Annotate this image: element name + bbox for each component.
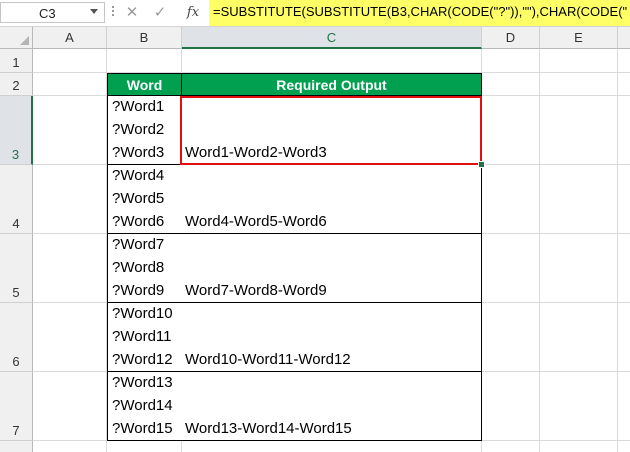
row-number: 7 <box>12 423 20 438</box>
cell-c6[interactable]: Word10-Word11-Word12 <box>181 303 482 372</box>
cell-c5[interactable]: Word7-Word8-Word9 <box>181 234 482 303</box>
chevron-down-icon[interactable] <box>90 9 98 14</box>
fill-handle[interactable] <box>478 161 485 168</box>
output-value: Word7-Word8-Word9 <box>185 282 327 299</box>
word-line: ?Word3 <box>112 144 165 161</box>
enter-icon[interactable]: ✓ <box>150 3 170 23</box>
select-all-icon <box>20 36 29 45</box>
name-box[interactable]: C3 <box>0 2 105 23</box>
word-line: ?Word1 <box>112 98 165 115</box>
row-header-5[interactable]: 5 <box>0 234 33 303</box>
column-header-f[interactable] <box>618 27 630 49</box>
word-line: ?Word10 <box>112 305 173 322</box>
word-line: ?Word13 <box>112 374 173 391</box>
word-line: ?Word7 <box>112 236 165 253</box>
row-number: 4 <box>12 216 20 231</box>
word-line: ?Word15 <box>112 420 173 437</box>
cell-c4[interactable]: Word4-Word5-Word6 <box>181 165 482 234</box>
word-line: ?Word5 <box>112 190 165 207</box>
word-line: ?Word14 <box>112 397 173 414</box>
word-line: ?Word9 <box>112 282 165 299</box>
row-header-6[interactable]: 6 <box>0 303 33 372</box>
column-header-c[interactable]: C <box>182 27 482 49</box>
formula-bar: C3 ✕ ✓ fx =SUBSTITUTE(SUBSTITUTE(B3,CHAR… <box>0 0 630 27</box>
word-line: ?Word12 <box>112 351 173 368</box>
output-value: Word10-Word11-Word12 <box>185 351 351 368</box>
resize-handle-icon[interactable] <box>108 4 118 22</box>
cell-b6[interactable]: ?Word10 ?Word11 ?Word12 <box>107 303 182 372</box>
insert-function-icon[interactable]: fx <box>182 3 204 23</box>
gridline <box>617 49 618 452</box>
cell-b3[interactable]: ?Word1 ?Word2 ?Word3 <box>107 96 182 165</box>
cancel-icon[interactable]: ✕ <box>122 3 142 23</box>
name-box-value: C3 <box>39 6 56 21</box>
word-line: ?Word2 <box>112 121 165 138</box>
row-header-4[interactable]: 4 <box>0 165 33 234</box>
gridline <box>539 49 540 452</box>
row-number: 6 <box>12 354 20 369</box>
word-line: ?Word8 <box>112 259 165 276</box>
cell-b7[interactable]: ?Word13 ?Word14 ?Word15 <box>107 372 182 441</box>
column-header-b[interactable]: B <box>107 27 182 49</box>
selected-cell-outline <box>180 96 482 165</box>
row-header-1[interactable]: 1 <box>0 49 33 73</box>
row-header-3[interactable]: 3 <box>0 96 33 165</box>
table-header-required-output[interactable]: Required Output <box>181 73 482 96</box>
cell-c7[interactable]: Word13-Word14-Word15 <box>181 372 482 441</box>
row-number: 1 <box>12 55 20 70</box>
formula-input[interactable]: =SUBSTITUTE(SUBSTITUTE(B3,CHAR(CODE("?")… <box>209 0 630 26</box>
table-header-word[interactable]: Word <box>107 73 182 96</box>
row-header-2[interactable]: 2 <box>0 73 33 96</box>
word-line: ?Word4 <box>112 167 165 184</box>
word-line: ?Word11 <box>112 328 172 345</box>
word-line: ?Word6 <box>112 213 165 230</box>
cell-b5[interactable]: ?Word7 ?Word8 ?Word9 <box>107 234 182 303</box>
row-header-8[interactable] <box>0 441 33 452</box>
column-header-d[interactable]: D <box>482 27 540 49</box>
select-all-button[interactable] <box>0 27 33 49</box>
row-number: 2 <box>12 78 20 93</box>
output-value: Word13-Word14-Word15 <box>185 420 352 437</box>
output-value: Word4-Word5-Word6 <box>185 213 327 230</box>
column-header-a[interactable]: A <box>33 27 107 49</box>
cell-b4[interactable]: ?Word4 ?Word5 ?Word6 <box>107 165 182 234</box>
row-header-7[interactable]: 7 <box>0 372 33 441</box>
row-number: 3 <box>11 147 20 162</box>
column-header-e[interactable]: E <box>540 27 618 49</box>
row-number: 5 <box>12 285 20 300</box>
